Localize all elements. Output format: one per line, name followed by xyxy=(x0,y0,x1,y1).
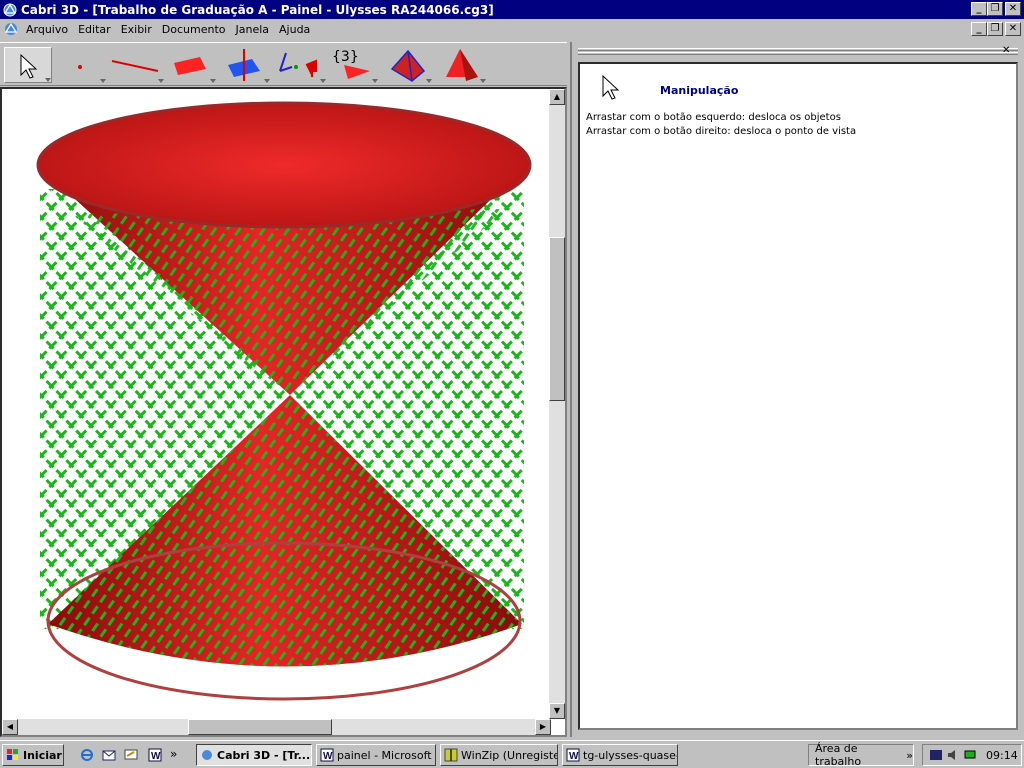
menu-editar[interactable]: Editar xyxy=(73,23,116,36)
outlook-icon[interactable] xyxy=(102,748,116,762)
help-line-2: Arrastar com o botão direito: desloca o … xyxy=(586,126,857,137)
desktop-toolbar-label: Área de trabalho xyxy=(815,742,862,768)
vertical-scrollbar[interactable]: ▲ ▼ xyxy=(549,89,565,719)
svg-text:W: W xyxy=(323,751,333,762)
word-doc-task-icon: W xyxy=(566,748,580,762)
scroll-down-button[interactable]: ▼ xyxy=(549,703,565,719)
volume-icon[interactable] xyxy=(946,748,960,762)
measure-tool[interactable]: {3} xyxy=(328,47,378,83)
calc-label: {3} xyxy=(332,49,359,65)
task-cabri[interactable]: Cabri 3D - [Tr... xyxy=(196,744,312,766)
help-panel-content: Manipulação Arrastar com o botão esquerd… xyxy=(578,62,1018,730)
clock[interactable]: 09:14 xyxy=(986,749,1018,762)
transform-icon xyxy=(279,52,317,77)
menu-documento[interactable]: Documento xyxy=(157,23,231,36)
close-button[interactable]: ✕ xyxy=(1005,2,1021,16)
desktop-toolbar[interactable]: Área de trabalho » xyxy=(808,742,914,768)
menu-janela[interactable]: Janela xyxy=(230,23,274,36)
word-quicklaunch-icon[interactable]: W xyxy=(148,748,162,762)
network-icon[interactable] xyxy=(963,748,977,762)
toolbar: {3} xyxy=(0,42,567,86)
view-3d-frame: ▲ ▼ ◀ ▶ xyxy=(0,87,567,737)
pointer-icon xyxy=(20,53,38,79)
cone-cylinder-figure[interactable] xyxy=(2,89,551,719)
horizontal-scroll-thumb[interactable] xyxy=(188,719,332,735)
cabri-task-icon xyxy=(202,750,212,760)
windows-logo-icon xyxy=(7,749,18,760)
top-ellipse xyxy=(36,101,532,229)
scroll-left-button[interactable]: ◀ xyxy=(2,719,18,735)
pointer-tool[interactable] xyxy=(4,47,52,83)
menu-exibir[interactable]: Exibir xyxy=(116,23,157,36)
desktop-chevron[interactable]: » xyxy=(906,749,913,762)
tools-help-panel: ✕ Manipulação Arrastar com o botão esque… xyxy=(570,42,1024,737)
view-3d-canvas[interactable] xyxy=(2,89,551,719)
start-button[interactable]: Iniciar xyxy=(2,744,64,766)
regular-polyhedron-tool[interactable] xyxy=(440,47,486,83)
scroll-up-button[interactable]: ▲ xyxy=(549,89,565,105)
horizontal-scrollbar[interactable]: ◀ ▶ xyxy=(2,719,551,735)
polyhedron-icon xyxy=(390,49,426,82)
pyramid-icon xyxy=(446,49,478,81)
desktop-icon[interactable] xyxy=(124,748,138,762)
menu-ajuda[interactable]: Ajuda xyxy=(274,23,315,36)
title-bar: Cabri 3D - [Trabalho de Graduação A - Pa… xyxy=(0,0,1024,19)
task-cabri-label: Cabri 3D - [Tr... xyxy=(217,748,311,762)
quicklaunch-chevron[interactable]: » xyxy=(170,747,177,761)
system-tray: 09:14 xyxy=(922,744,1022,766)
task-painel-label: painel - Microsoft ... xyxy=(337,748,436,762)
scroll-right-button[interactable]: ▶ xyxy=(535,719,551,735)
doc-restore-button[interactable]: ❐ xyxy=(987,22,1003,36)
panel-close-button[interactable]: ✕ xyxy=(1002,45,1010,56)
line-tool[interactable] xyxy=(108,47,164,83)
task-tg-label: tg-ulysses-quase-f... xyxy=(583,748,677,762)
minimize-button[interactable]: _ xyxy=(971,2,987,16)
restore-button[interactable]: ❐ xyxy=(987,2,1003,16)
panel-heading: Manipulação xyxy=(660,84,739,97)
svg-text:W: W xyxy=(151,751,161,762)
ie-icon[interactable] xyxy=(80,748,94,762)
task-winzip-label: WinZip (Unregiste... xyxy=(461,748,557,762)
task-winzip[interactable]: WinZip (Unregiste... xyxy=(440,744,558,766)
menu-arquivo[interactable]: Arquivo xyxy=(21,23,73,36)
point-icon xyxy=(78,65,82,69)
plane-tool[interactable] xyxy=(168,47,216,83)
menu-bar: Arquivo Editar Exibir Documento Janela A… xyxy=(0,19,1024,39)
point-tool[interactable] xyxy=(66,47,106,83)
start-label: Iniciar xyxy=(23,748,62,762)
document-icon[interactable] xyxy=(3,21,19,37)
cabri-app-icon xyxy=(3,3,17,16)
plane-icon xyxy=(174,57,206,75)
task-painel-word[interactable]: W painel - Microsoft ... xyxy=(316,744,436,766)
doc-close-button[interactable]: ✕ xyxy=(1005,22,1021,36)
polyhedron-tool[interactable] xyxy=(388,47,432,83)
language-tray-icon[interactable] xyxy=(929,748,943,762)
doc-minimize-button[interactable]: _ xyxy=(971,22,987,36)
transform-tool[interactable] xyxy=(272,47,326,83)
perpendicular-icon xyxy=(228,49,260,81)
svg-text:W: W xyxy=(569,751,579,762)
vertical-scroll-thumb[interactable] xyxy=(549,237,565,401)
help-line-1: Arrastar com o botão esquerdo: desloca o… xyxy=(586,112,841,123)
taskbar: Iniciar W » Cabri 3D - [Tr... W painel -… xyxy=(0,740,1024,768)
line-icon xyxy=(111,60,159,72)
word-task-icon: W xyxy=(320,748,334,762)
task-tg-ulysses[interactable]: W tg-ulysses-quase-f... xyxy=(562,744,678,766)
window-title: Cabri 3D - [Trabalho de Graduação A - Pa… xyxy=(21,2,494,17)
perpendicular-tool[interactable] xyxy=(222,47,270,83)
winzip-task-icon xyxy=(444,748,458,762)
pointer-help-icon xyxy=(602,74,620,100)
